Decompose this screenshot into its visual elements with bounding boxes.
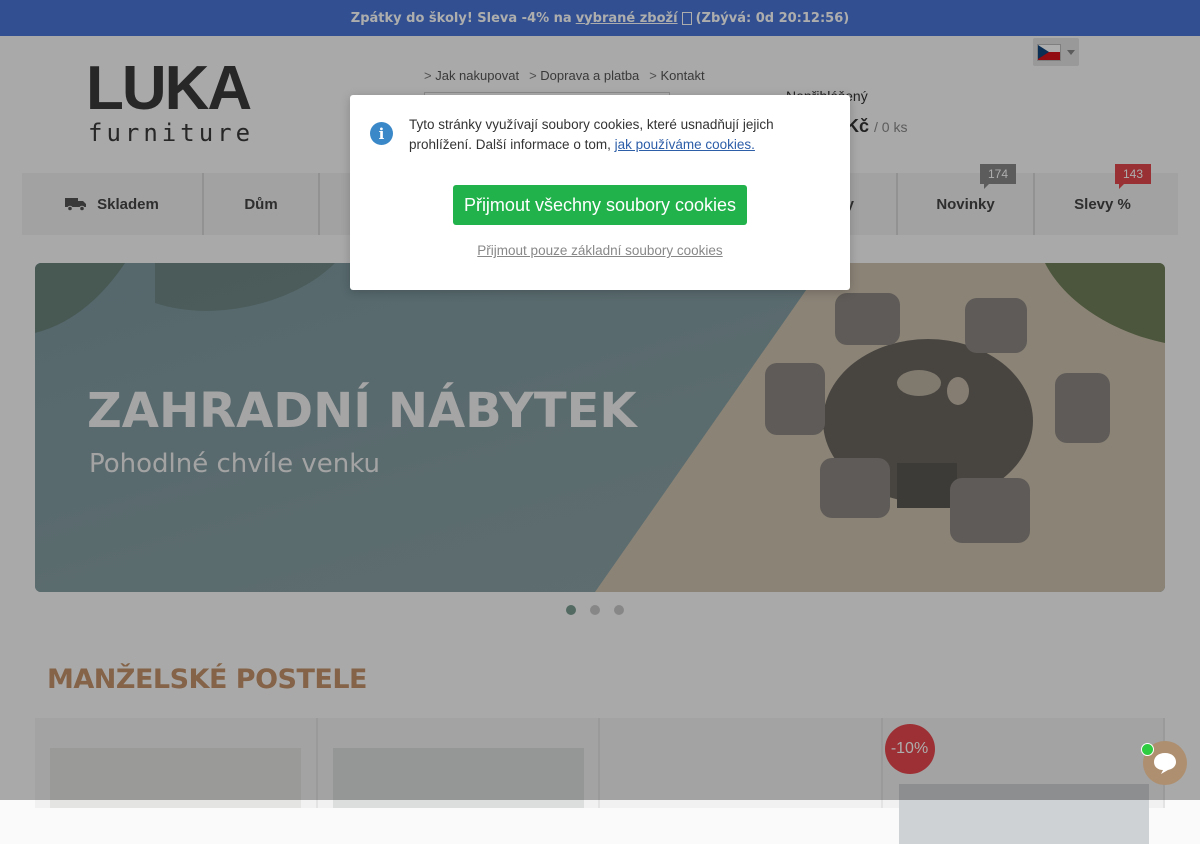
- chat-button[interactable]: [1141, 741, 1187, 785]
- cookie-message: Tyto stránky využívají soubory cookies, …: [409, 115, 839, 155]
- info-icon: i: [370, 122, 393, 145]
- cookie-dialog: i Tyto stránky využívají soubory cookies…: [350, 95, 850, 290]
- accept-all-cookies-button[interactable]: Přijmout všechny soubory cookies: [453, 185, 747, 225]
- chat-icon: [1154, 753, 1176, 774]
- accept-basic-cookies-link[interactable]: Přijmout pouze základní soubory cookies: [350, 243, 850, 258]
- online-indicator: [1141, 743, 1154, 756]
- cookie-policy-link[interactable]: jak používáme cookies.: [615, 137, 755, 152]
